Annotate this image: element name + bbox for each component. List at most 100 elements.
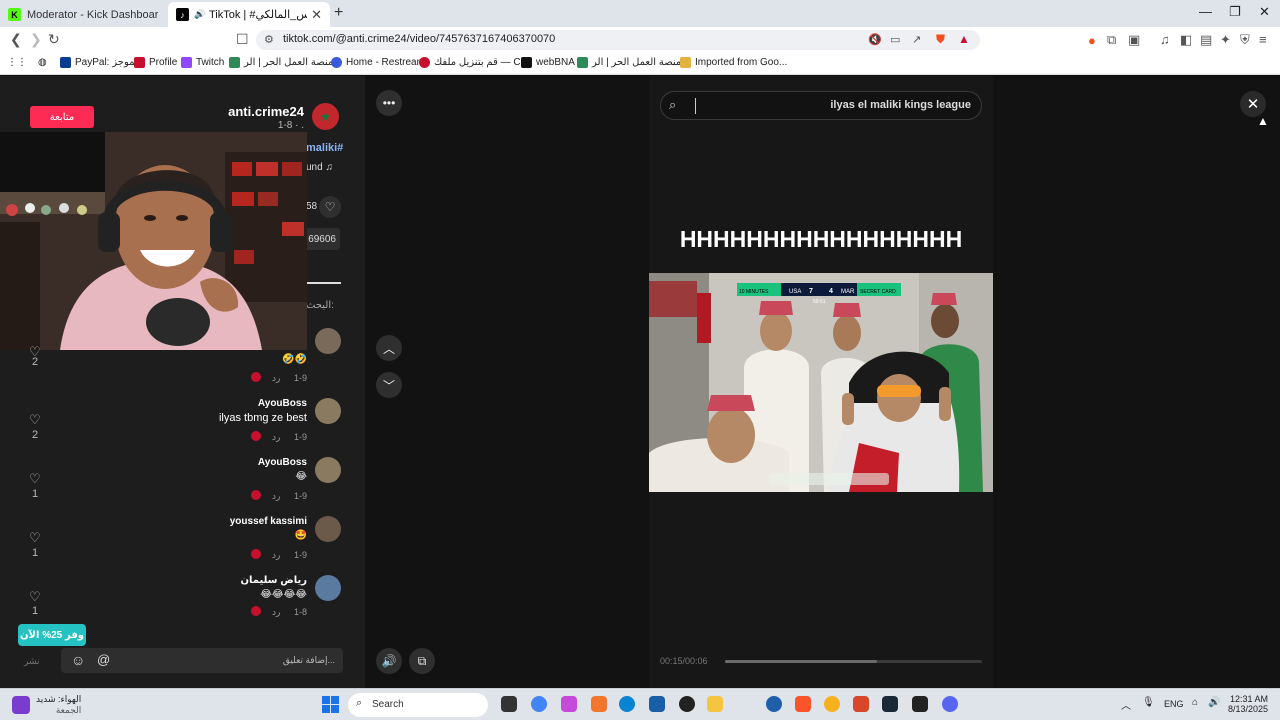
sound-link[interactable]: und ♫: [306, 162, 333, 173]
forward-button[interactable]: ❯: [30, 31, 42, 48]
extension-icon[interactable]: ●: [1088, 33, 1096, 48]
edge-icon[interactable]: [619, 696, 635, 712]
back-button[interactable]: ❮: [10, 31, 22, 48]
wallet2-icon[interactable]: ▤: [1200, 32, 1212, 48]
file-explorer-icon[interactable]: [707, 696, 723, 712]
store-icon[interactable]: [649, 696, 665, 712]
brave-shield-icon[interactable]: ⛊: [936, 32, 945, 47]
heart-icon[interactable]: ♡: [29, 530, 41, 546]
app-icon[interactable]: [824, 696, 840, 712]
url-field[interactable]: ⚙ tiktok.com/@anti.crime24/video/7457637…: [256, 30, 980, 50]
video-progress-bar[interactable]: [725, 660, 982, 663]
bookmark-profile[interactable]: Profile: [134, 57, 177, 68]
commenter-avatar[interactable]: [315, 328, 341, 354]
vpn-icon[interactable]: ⛨: [1240, 32, 1250, 48]
close-tab-icon[interactable]: ✕: [311, 7, 322, 23]
tab-tiktok[interactable]: ♪ 🔊 TikTok | #إلياس_المالكي ✕: [168, 2, 330, 27]
brave-icon[interactable]: [795, 696, 811, 712]
comment-input[interactable]: ☺ @ إضافة تعليق...: [61, 648, 343, 673]
app-icon[interactable]: [591, 696, 607, 712]
discord-icon[interactable]: [942, 696, 958, 712]
site-info-icon[interactable]: ⚙: [264, 33, 274, 46]
bookmark-imported-folder[interactable]: Imported from Goo...: [680, 57, 787, 68]
bookmark-restream[interactable]: Home - Restream: [331, 57, 425, 68]
bookmark-icon[interactable]: ☐: [236, 31, 249, 48]
video-player[interactable]: ⌕ ilyas el maliki kings league HHHHHHHHH…: [649, 76, 993, 688]
share-icon[interactable]: ↗: [912, 33, 921, 46]
copy-link-field[interactable]: 69606: [304, 228, 340, 250]
heart-icon[interactable]: ♡: [29, 471, 41, 487]
commenter-name[interactable]: youssef kassimi: [230, 516, 307, 527]
reply-button[interactable]: رد: [272, 607, 280, 618]
leo-icon[interactable]: ✦: [1220, 32, 1231, 48]
more-options-button[interactable]: •••: [376, 90, 402, 116]
steam-icon[interactable]: [882, 696, 898, 712]
bookmark-twitch[interactable]: Twitch: [181, 57, 224, 68]
author-avatar[interactable]: ★: [312, 103, 339, 130]
windows-start-icon[interactable]: [322, 696, 339, 713]
bookmark-freelance-2[interactable]: منصة العمل الحر | الر...: [577, 57, 690, 68]
heart-icon[interactable]: ♡: [29, 412, 41, 428]
speaker-icon[interactable]: 🔊: [194, 8, 205, 21]
commenter-name[interactable]: AyouBoss: [258, 398, 307, 409]
hashtag-link[interactable]: maliki#: [306, 142, 343, 154]
wallet-icon[interactable]: ▣: [1128, 32, 1140, 48]
previous-video-button[interactable]: ︿: [376, 335, 402, 361]
tab-kick-dashboard[interactable]: K Moderator - Kick Dashboard: [0, 2, 166, 27]
commenter-avatar[interactable]: [315, 457, 341, 483]
commenter-name[interactable]: رياض سليمان: [241, 575, 308, 586]
close-window-button[interactable]: ✕: [1259, 4, 1270, 20]
weather-widget[interactable]: الهواء: شديد الجمعة: [12, 694, 81, 716]
capcut-icon[interactable]: [912, 696, 928, 712]
post-button[interactable]: نشر: [24, 656, 40, 667]
reply-button[interactable]: رد: [272, 491, 280, 502]
chrome-icon[interactable]: [531, 696, 547, 712]
next-video-button[interactable]: ﹀: [376, 372, 402, 398]
reply-button[interactable]: رد: [272, 432, 280, 443]
cast-icon[interactable]: ▭: [890, 33, 900, 46]
heart-icon[interactable]: ♡: [319, 196, 341, 218]
volume-button[interactable]: 🔊: [376, 648, 402, 674]
menu-icon[interactable]: ≡: [1259, 32, 1267, 47]
sidebar-icon[interactable]: ◧: [1180, 32, 1192, 48]
search-input[interactable]: ⌕ ilyas el maliki kings league: [660, 91, 982, 120]
media-icon[interactable]: ♫: [1160, 32, 1170, 47]
network-icon[interactable]: ⌂: [1192, 697, 1198, 708]
reply-button[interactable]: رد: [272, 373, 280, 384]
reload-button[interactable]: ↻: [48, 31, 60, 48]
commenter-avatar[interactable]: [315, 575, 341, 601]
emoji-icon[interactable]: ☺: [71, 652, 85, 668]
apps-icon[interactable]: ⋮⋮: [7, 57, 27, 68]
volume-icon[interactable]: 🔊: [1208, 697, 1220, 708]
copilot-icon[interactable]: [561, 696, 577, 712]
bookmark-paypal[interactable]: PayPal: الموجز: [60, 57, 141, 68]
restore-button[interactable]: ❐: [1229, 4, 1241, 20]
extensions-icon[interactable]: ⧉: [1107, 32, 1116, 48]
app-icon[interactable]: [766, 696, 782, 712]
promo-badge[interactable]: وفر 25% الآن: [18, 624, 86, 646]
bookmark-download[interactable]: قم بتنزيل ملفك — C...: [419, 57, 529, 68]
language-indicator[interactable]: ENG: [1164, 699, 1184, 709]
reply-button[interactable]: رد: [272, 550, 280, 561]
show-hidden-icons[interactable]: ︿: [1121, 697, 1131, 712]
pip-button[interactable]: ⧉: [409, 648, 435, 674]
microphone-icon[interactable]: 🎙: [1142, 697, 1155, 708]
new-tab-button[interactable]: +: [334, 4, 343, 22]
bookmark-webbna[interactable]: webBNA: [521, 57, 575, 68]
rewards-icon[interactable]: ▲: [958, 32, 970, 46]
minimize-button[interactable]: —: [1199, 4, 1212, 19]
commenter-avatar[interactable]: [315, 516, 341, 542]
globe-icon[interactable]: ◍: [38, 57, 47, 68]
heart-icon[interactable]: ♡: [29, 589, 41, 605]
app-icon[interactable]: [853, 696, 869, 712]
bookmark-freelance[interactable]: منصة العمل الحر | الر...: [229, 57, 342, 68]
video-frame[interactable]: 10 MINUTES USA 7 4 MAR SECRET CARD 59:51: [649, 273, 993, 492]
mute-site-icon[interactable]: 🔇: [868, 33, 882, 46]
commenter-name[interactable]: AyouBoss: [258, 457, 307, 468]
author-name[interactable]: anti.crime24: [228, 104, 304, 119]
task-view-icon[interactable]: [501, 696, 517, 712]
mention-icon[interactable]: @: [97, 652, 110, 667]
obs-icon[interactable]: [679, 696, 695, 712]
taskbar-search[interactable]: ⌕ Search: [348, 693, 488, 717]
follow-button[interactable]: متابعة: [30, 106, 94, 128]
